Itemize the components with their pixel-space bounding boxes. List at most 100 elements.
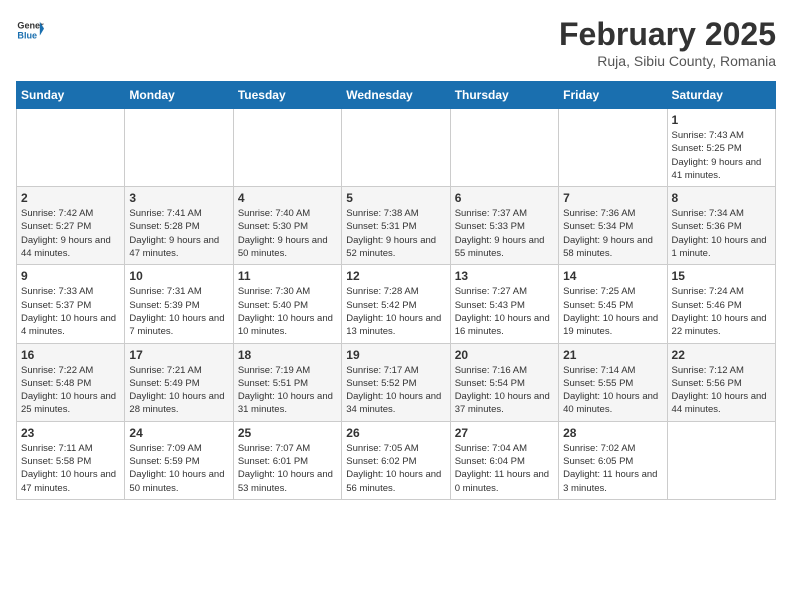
day-info: Sunrise: 7:27 AMSunset: 5:43 PMDaylight:… xyxy=(455,285,554,338)
calendar-cell: 22 Sunrise: 7:12 AMSunset: 5:56 PMDayligh… xyxy=(667,343,775,421)
calendar-cell xyxy=(233,109,341,187)
day-info: Sunrise: 7:05 AMSunset: 6:02 PMDaylight:… xyxy=(346,442,445,495)
day-number: 4 xyxy=(238,191,337,205)
day-number: 23 xyxy=(21,426,120,440)
calendar-cell: 16 Sunrise: 7:22 AMSunset: 5:48 PMDayligh… xyxy=(17,343,125,421)
weekday-saturday: Saturday xyxy=(667,82,775,109)
calendar-cell: 9Sunrise: 7:33 AMSunset: 5:37 PMDaylight… xyxy=(17,265,125,343)
calendar-cell: 10 Sunrise: 7:31 AMSunset: 5:39 PMDayligh… xyxy=(125,265,233,343)
logo-icon: General Blue xyxy=(16,16,44,44)
day-info: Sunrise: 7:22 AMSunset: 5:48 PMDaylight:… xyxy=(21,364,120,417)
week-row-3: 9Sunrise: 7:33 AMSunset: 5:37 PMDaylight… xyxy=(17,265,776,343)
day-info: Sunrise: 7:11 AMSunset: 5:58 PMDaylight:… xyxy=(21,442,120,495)
calendar-cell xyxy=(125,109,233,187)
calendar-cell: 17 Sunrise: 7:21 AMSunset: 5:49 PMDayligh… xyxy=(125,343,233,421)
day-number: 9 xyxy=(21,269,120,283)
month-title: February 2025 xyxy=(559,16,776,53)
location-subtitle: Ruja, Sibiu County, Romania xyxy=(559,53,776,69)
day-info: Sunrise: 7:04 AMSunset: 6:04 PMDaylight:… xyxy=(455,442,554,495)
calendar-cell: 19 Sunrise: 7:17 AMSunset: 5:52 PMDayligh… xyxy=(342,343,450,421)
calendar-cell: 26 Sunrise: 7:05 AMSunset: 6:02 PMDayligh… xyxy=(342,421,450,499)
logo: General Blue xyxy=(16,16,44,44)
day-number: 25 xyxy=(238,426,337,440)
calendar-cell: 6 Sunrise: 7:37 AMSunset: 5:33 PMDaylight… xyxy=(450,187,558,265)
svg-text:Blue: Blue xyxy=(17,30,37,40)
calendar-cell: 14 Sunrise: 7:25 AMSunset: 5:45 PMDayligh… xyxy=(559,265,667,343)
title-block: February 2025 Ruja, Sibiu County, Romani… xyxy=(559,16,776,69)
day-number: 3 xyxy=(129,191,228,205)
week-row-2: 2 Sunrise: 7:42 AMSunset: 5:27 PMDaylight… xyxy=(17,187,776,265)
day-number: 7 xyxy=(563,191,662,205)
day-number: 16 xyxy=(21,348,120,362)
day-info: Sunrise: 7:16 AMSunset: 5:54 PMDaylight:… xyxy=(455,364,554,417)
calendar-cell xyxy=(342,109,450,187)
day-number: 2 xyxy=(21,191,120,205)
day-info: Sunrise: 7:25 AMSunset: 5:45 PMDaylight:… xyxy=(563,285,662,338)
day-info: Sunrise: 7:24 AMSunset: 5:46 PMDaylight:… xyxy=(672,285,771,338)
day-info: Sunrise: 7:31 AMSunset: 5:39 PMDaylight:… xyxy=(129,285,228,338)
day-number: 24 xyxy=(129,426,228,440)
calendar-cell: 4 Sunrise: 7:40 AMSunset: 5:30 PMDaylight… xyxy=(233,187,341,265)
weekday-tuesday: Tuesday xyxy=(233,82,341,109)
day-info: Sunrise: 7:28 AMSunset: 5:42 PMDaylight:… xyxy=(346,285,445,338)
day-info: Sunrise: 7:07 AMSunset: 6:01 PMDaylight:… xyxy=(238,442,337,495)
day-number: 10 xyxy=(129,269,228,283)
weekday-monday: Monday xyxy=(125,82,233,109)
weekday-header-row: SundayMondayTuesdayWednesdayThursdayFrid… xyxy=(17,82,776,109)
day-number: 15 xyxy=(672,269,771,283)
calendar-cell: 2 Sunrise: 7:42 AMSunset: 5:27 PMDaylight… xyxy=(17,187,125,265)
day-number: 28 xyxy=(563,426,662,440)
week-row-4: 16 Sunrise: 7:22 AMSunset: 5:48 PMDayligh… xyxy=(17,343,776,421)
calendar-table: SundayMondayTuesdayWednesdayThursdayFrid… xyxy=(16,81,776,500)
weekday-wednesday: Wednesday xyxy=(342,82,450,109)
calendar-cell: 28 Sunrise: 7:02 AMSunset: 6:05 PMDayligh… xyxy=(559,421,667,499)
calendar-cell xyxy=(559,109,667,187)
weekday-thursday: Thursday xyxy=(450,82,558,109)
day-info: Sunrise: 7:37 AMSunset: 5:33 PMDaylight:… xyxy=(455,207,554,260)
calendar-cell: 18 Sunrise: 7:19 AMSunset: 5:51 PMDayligh… xyxy=(233,343,341,421)
day-info: Sunrise: 7:42 AMSunset: 5:27 PMDaylight:… xyxy=(21,207,120,260)
day-number: 20 xyxy=(455,348,554,362)
day-number: 22 xyxy=(672,348,771,362)
day-number: 11 xyxy=(238,269,337,283)
day-info: Sunrise: 7:34 AMSunset: 5:36 PMDaylight:… xyxy=(672,207,771,260)
calendar-cell xyxy=(17,109,125,187)
calendar-cell: 3 Sunrise: 7:41 AMSunset: 5:28 PMDaylight… xyxy=(125,187,233,265)
calendar-cell: 12 Sunrise: 7:28 AMSunset: 5:42 PMDayligh… xyxy=(342,265,450,343)
day-info: Sunrise: 7:14 AMSunset: 5:55 PMDaylight:… xyxy=(563,364,662,417)
day-number: 27 xyxy=(455,426,554,440)
day-info: Sunrise: 7:09 AMSunset: 5:59 PMDaylight:… xyxy=(129,442,228,495)
day-info: Sunrise: 7:17 AMSunset: 5:52 PMDaylight:… xyxy=(346,364,445,417)
calendar-cell: 8Sunrise: 7:34 AMSunset: 5:36 PMDaylight… xyxy=(667,187,775,265)
calendar-cell: 25 Sunrise: 7:07 AMSunset: 6:01 PMDayligh… xyxy=(233,421,341,499)
day-number: 12 xyxy=(346,269,445,283)
weekday-friday: Friday xyxy=(559,82,667,109)
day-info: Sunrise: 7:41 AMSunset: 5:28 PMDaylight:… xyxy=(129,207,228,260)
day-info: Sunrise: 7:12 AMSunset: 5:56 PMDaylight:… xyxy=(672,364,771,417)
calendar-cell: 1Sunrise: 7:43 AMSunset: 5:25 PMDaylight… xyxy=(667,109,775,187)
day-number: 13 xyxy=(455,269,554,283)
day-info: Sunrise: 7:43 AMSunset: 5:25 PMDaylight:… xyxy=(672,129,771,182)
weekday-sunday: Sunday xyxy=(17,82,125,109)
day-number: 6 xyxy=(455,191,554,205)
day-info: Sunrise: 7:21 AMSunset: 5:49 PMDaylight:… xyxy=(129,364,228,417)
day-info: Sunrise: 7:19 AMSunset: 5:51 PMDaylight:… xyxy=(238,364,337,417)
calendar-cell xyxy=(450,109,558,187)
day-number: 18 xyxy=(238,348,337,362)
calendar-cell: 27 Sunrise: 7:04 AMSunset: 6:04 PMDayligh… xyxy=(450,421,558,499)
day-number: 26 xyxy=(346,426,445,440)
calendar-cell xyxy=(667,421,775,499)
calendar-cell: 13 Sunrise: 7:27 AMSunset: 5:43 PMDayligh… xyxy=(450,265,558,343)
day-info: Sunrise: 7:40 AMSunset: 5:30 PMDaylight:… xyxy=(238,207,337,260)
day-info: Sunrise: 7:02 AMSunset: 6:05 PMDaylight:… xyxy=(563,442,662,495)
day-info: Sunrise: 7:36 AMSunset: 5:34 PMDaylight:… xyxy=(563,207,662,260)
day-number: 14 xyxy=(563,269,662,283)
calendar-cell: 24 Sunrise: 7:09 AMSunset: 5:59 PMDayligh… xyxy=(125,421,233,499)
calendar-cell: 11Sunrise: 7:30 AMSunset: 5:40 PMDayligh… xyxy=(233,265,341,343)
day-number: 19 xyxy=(346,348,445,362)
calendar-cell: 15 Sunrise: 7:24 AMSunset: 5:46 PMDayligh… xyxy=(667,265,775,343)
calendar-cell: 20 Sunrise: 7:16 AMSunset: 5:54 PMDayligh… xyxy=(450,343,558,421)
day-number: 17 xyxy=(129,348,228,362)
day-number: 5 xyxy=(346,191,445,205)
calendar-cell: 7 Sunrise: 7:36 AMSunset: 5:34 PMDaylight… xyxy=(559,187,667,265)
